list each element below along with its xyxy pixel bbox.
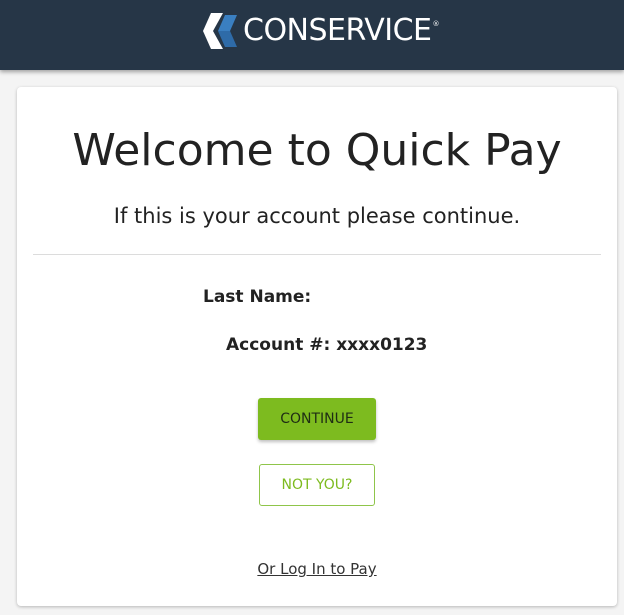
conservice-logo[interactable]: CONSERVICE ® (203, 12, 439, 50)
brand-name: CONSERVICE (243, 13, 432, 48)
quick-pay-card: Welcome to Quick Pay If this is your acc… (17, 87, 617, 606)
registered-mark: ® (432, 20, 440, 28)
top-header-bar: CONSERVICE ® (0, 0, 624, 70)
conservice-chevron-logo-icon (203, 13, 237, 49)
account-number-label: Account #: xxxx0123 (226, 335, 428, 355)
continue-button[interactable]: CONTINUE (258, 398, 376, 440)
page-title: Welcome to Quick Pay (72, 125, 562, 176)
last-name-label: Last Name: (203, 287, 312, 307)
login-link-container: Or Log In to Pay (17, 559, 617, 579)
divider (33, 254, 601, 255)
page-subtitle: If this is your account please continue. (113, 204, 521, 228)
not-you-button[interactable]: NOT YOU? (259, 464, 375, 506)
log-in-to-pay-link[interactable]: Or Log In to Pay (257, 560, 376, 578)
